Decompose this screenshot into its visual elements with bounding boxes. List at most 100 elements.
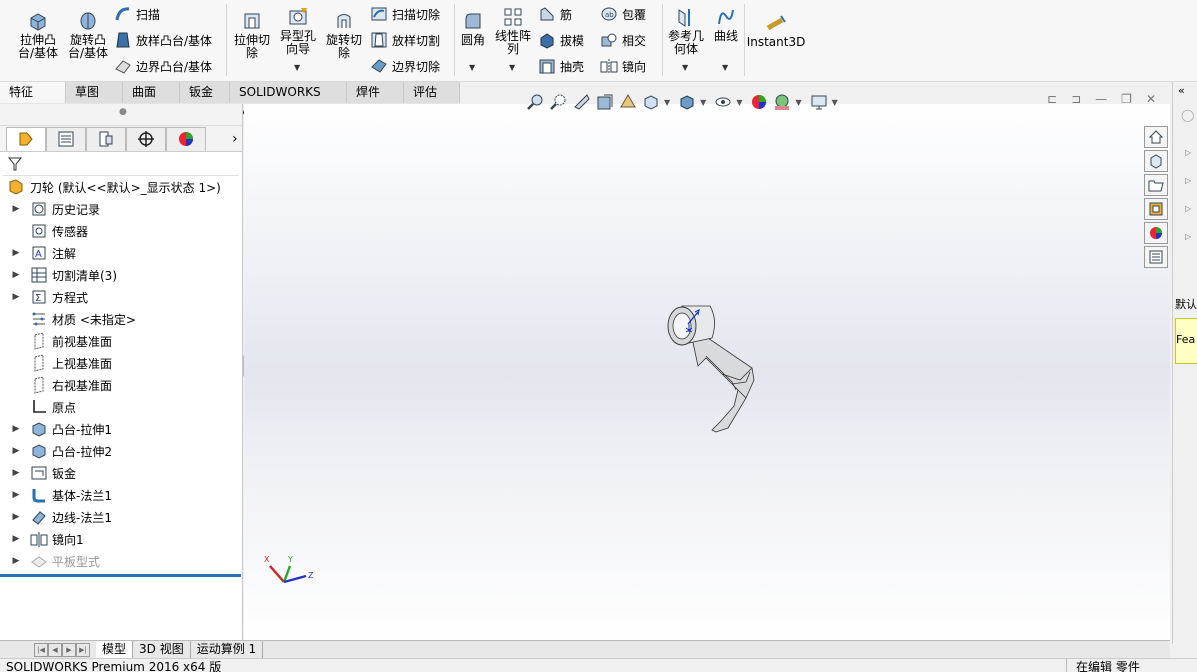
expand-arrow-icon[interactable]: ▶	[8, 248, 24, 258]
revolve-cut-button[interactable]: 旋转切 除	[322, 10, 366, 60]
part-model-3d[interactable]	[662, 298, 762, 438]
tree-item[interactable]: ▶ Σ 方程式	[0, 286, 242, 308]
panel-right-icon[interactable]: ⊐	[1071, 92, 1081, 106]
expand-arrow-icon[interactable]: ▶	[8, 204, 24, 214]
view-settings-icon[interactable]	[809, 92, 829, 112]
tree-item[interactable]: ▶ 平板型式	[0, 550, 242, 572]
tree-item[interactable]: ▶ 边线-法兰1	[0, 506, 242, 528]
shell-button[interactable]: 抽壳	[538, 55, 584, 77]
dynamic-annotation-icon[interactable]	[618, 92, 638, 112]
first-tab-icon[interactable]: |◀	[34, 642, 48, 657]
task-pane-home[interactable]	[1144, 126, 1168, 148]
tree-item[interactable]: 前视基准面	[0, 330, 242, 352]
panel-left-icon[interactable]: ⊏	[1047, 92, 1057, 106]
rollback-bar[interactable]	[0, 574, 241, 577]
expand-arrow-icon[interactable]: ▶	[8, 534, 24, 544]
expand-arrow-icon[interactable]: ▶	[8, 292, 24, 302]
apply-scene-icon[interactable]	[772, 92, 792, 112]
instant3d-button[interactable]: Instant3D	[747, 12, 805, 49]
edit-appearance-icon[interactable]	[749, 92, 769, 112]
display-style-icon[interactable]	[677, 92, 697, 112]
tab-dimxpert-manager[interactable]	[126, 126, 166, 151]
tree-root-part[interactable]: 刀轮 (默认<<默认>_显示状态 1>)	[0, 176, 242, 198]
panel-grip-bar[interactable]: ●	[0, 104, 242, 126]
expand-arrow-icon[interactable]: ▷	[1185, 176, 1191, 185]
hole-wizard-dropdown-icon[interactable]: ▼	[294, 63, 300, 72]
expand-arrow-icon[interactable]: ▶	[8, 556, 24, 566]
tab-features[interactable]: 特征	[0, 82, 66, 103]
tab-mbd[interactable]: SOLIDWORKS MBD	[230, 82, 347, 119]
hole-wizard-button[interactable]: 异型孔 向导	[276, 6, 320, 56]
tab-configuration-manager[interactable]	[86, 126, 126, 151]
task-pane-view-palette[interactable]	[1144, 198, 1168, 220]
curves-dropdown-icon[interactable]: ▼	[722, 63, 728, 72]
tab-3d-views[interactable]: 3D 视图	[133, 641, 191, 658]
zoom-to-area-icon[interactable]	[549, 92, 569, 112]
tab-property-manager[interactable]	[46, 126, 86, 151]
next-tab-icon[interactable]: ▶	[62, 642, 76, 657]
fillet-button[interactable]: 圆角	[456, 10, 490, 47]
tree-item[interactable]: 材质 <未指定>	[0, 308, 242, 330]
zoom-to-fit-icon[interactable]	[526, 92, 546, 112]
rib-button[interactable]: 筋	[538, 3, 572, 25]
draft-button[interactable]: 拔模	[538, 29, 584, 51]
hide-show-dropdown-icon[interactable]: ▼	[736, 98, 742, 107]
task-pane-file-explorer[interactable]	[1144, 174, 1168, 196]
fillet-dropdown-icon[interactable]: ▼	[469, 63, 475, 72]
swept-cut-button[interactable]: 扫描切除	[370, 3, 440, 25]
lofted-cut-button[interactable]: 放样切割	[370, 29, 440, 51]
last-tab-icon[interactable]: ▶|	[76, 642, 90, 657]
tab-sketch[interactable]: 草图	[66, 82, 123, 103]
tree-item[interactable]: ▶ 凸台-拉伸2	[0, 440, 242, 462]
minimize-icon[interactable]: —	[1095, 92, 1107, 106]
extrude-boss-button[interactable]: 拉伸凸 台/基体	[16, 10, 60, 60]
chevron-right-icon[interactable]: ›	[232, 131, 238, 147]
reference-geometry-button[interactable]: 参考几 何体	[665, 6, 707, 56]
close-icon[interactable]: ✕	[1146, 92, 1156, 106]
expand-arrow-icon[interactable]: ▶	[8, 468, 24, 478]
tree-item[interactable]: ▶ 基体-法兰1	[0, 484, 242, 506]
tree-item[interactable]: 传感器	[0, 220, 242, 242]
expand-arrow-icon[interactable]: ▷	[1185, 232, 1191, 241]
graphics-area[interactable]: ▼ ▼ ▼ ▼ ▼ ⊏ ⊐ — ❐ ✕ X Y Z	[244, 92, 1170, 640]
tab-evaluate[interactable]: 评估	[404, 82, 460, 103]
view-orientation-dropdown-icon[interactable]: ▼	[664, 98, 670, 107]
expand-arrow-icon[interactable]: ▶	[8, 424, 24, 434]
curves-button[interactable]: 曲线	[708, 6, 744, 43]
tab-model[interactable]: 模型	[96, 641, 134, 658]
tree-item[interactable]: 右视基准面	[0, 374, 242, 396]
tab-sheet-metal[interactable]: 钣金	[180, 82, 230, 103]
tree-item[interactable]: ▶ 凸台-拉伸1	[0, 418, 242, 440]
tree-item[interactable]: ▶ 镜向1	[0, 528, 242, 550]
reference-geometry-dropdown-icon[interactable]: ▼	[682, 63, 688, 72]
boundary-cut-button[interactable]: 边界切除	[370, 55, 440, 77]
hide-show-items-icon[interactable]	[713, 92, 733, 112]
extrude-cut-button[interactable]: 拉伸切 除	[230, 10, 274, 60]
prev-tab-icon[interactable]: ◀	[48, 642, 62, 657]
wrap-button[interactable]: ab 包覆	[600, 3, 646, 25]
tree-item[interactable]: ▶ 历史记录	[0, 198, 242, 220]
expand-arrow-icon[interactable]: ▶	[8, 270, 24, 280]
boundary-boss-button[interactable]: 边界凸台/基体	[114, 55, 212, 77]
section-view-icon[interactable]	[595, 92, 615, 112]
expand-arrow-icon[interactable]: ▷	[1185, 204, 1191, 213]
expand-arrow-icon[interactable]: ▷	[1185, 148, 1191, 157]
task-pane-design-library[interactable]	[1144, 150, 1168, 172]
view-orientation-icon[interactable]	[641, 92, 661, 112]
tree-item[interactable]: ▶ 钣金	[0, 462, 242, 484]
expand-arrow-icon[interactable]: ▶	[8, 446, 24, 456]
linear-pattern-button[interactable]: 线性阵 列	[492, 6, 534, 56]
double-chevron-left-icon[interactable]: «	[1178, 84, 1185, 97]
sweep-button[interactable]: 扫描	[114, 3, 160, 25]
back-arrow-icon[interactable]: ◯	[1181, 108, 1194, 122]
expand-arrow-icon[interactable]: ▶	[8, 490, 24, 500]
task-pane-custom-properties[interactable]	[1144, 246, 1168, 268]
linear-pattern-dropdown-icon[interactable]: ▼	[509, 63, 515, 72]
display-style-dropdown-icon[interactable]: ▼	[700, 98, 706, 107]
tree-item[interactable]: 上视基准面	[0, 352, 242, 374]
previous-view-icon[interactable]	[572, 92, 592, 112]
tab-feature-manager[interactable]	[6, 126, 46, 151]
expand-arrow-icon[interactable]: ▶	[8, 512, 24, 522]
apply-scene-dropdown-icon[interactable]: ▼	[795, 98, 801, 107]
tree-item[interactable]: ▶ 切割清单(3)	[0, 264, 242, 286]
